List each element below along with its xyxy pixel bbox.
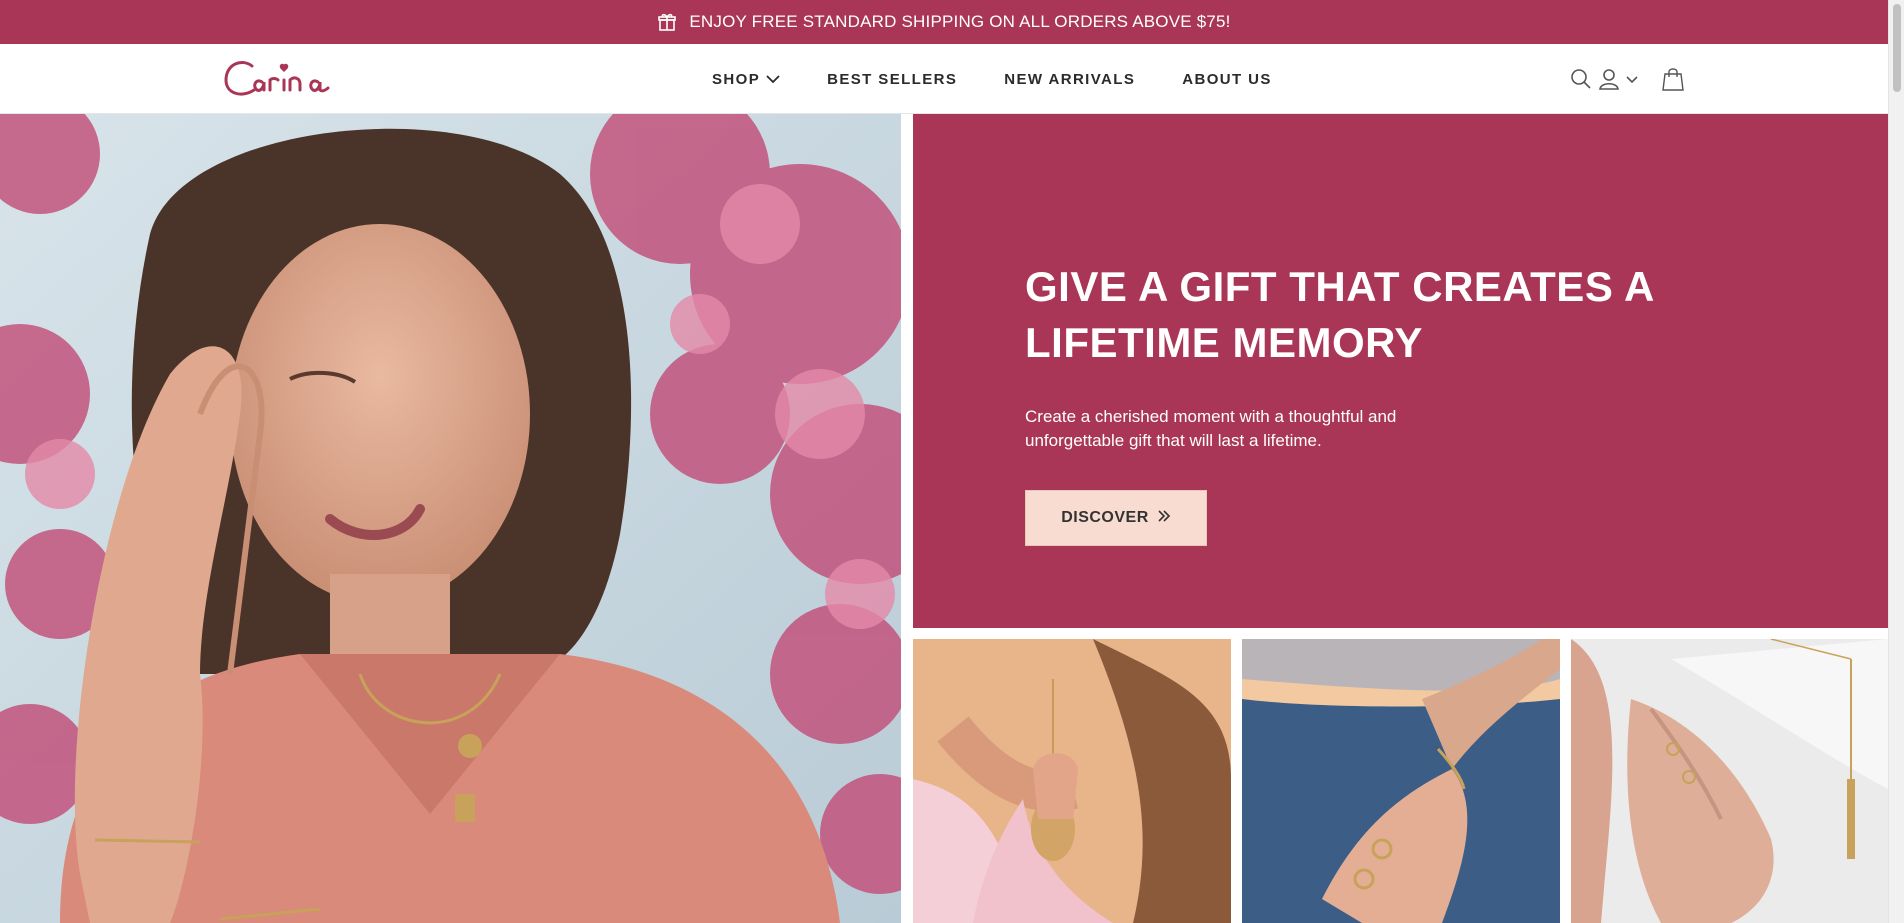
discover-button[interactable]: DISCOVER [1025,490,1207,546]
main-nav: SHOP BEST SELLERS NEW ARRIVALS ABOUT US [712,44,1272,114]
site-header: SHOP BEST SELLERS NEW ARRIVALS ABOUT US [0,44,1888,114]
promo-heading: GIVE A GIFT THAT CREATES A LIFETIME MEMO… [1025,263,1654,366]
nav-best-sellers-label: BEST SELLERS [827,70,958,88]
header-utilities [1570,64,1684,94]
vertical-scrollbar[interactable] [1888,0,1904,923]
promo-subtext: Create a cherished moment with a thought… [1025,407,1397,450]
tile-bracelet-and-rings[interactable] [1242,639,1560,923]
double-chevron-right-icon [1157,509,1171,528]
tile-rings-and-bar-necklace[interactable] [1571,639,1888,923]
hero-image [0,114,901,923]
tile-locket-necklace[interactable] [913,639,1231,923]
nav-about-us[interactable]: ABOUT US [1182,71,1272,88]
search-icon[interactable] [1570,68,1592,90]
account-chevron-down-icon[interactable] [1626,74,1638,84]
promo-banner: GIVE A GIFT THAT CREATES A LIFETIME MEMO… [913,114,1888,628]
announcement-bar: ENJOY FREE STANDARD SHIPPING ON ALL ORDE… [0,0,1888,44]
nav-new-arrivals-label: NEW ARRIVALS [1004,70,1136,88]
site-logo[interactable] [222,52,370,106]
nav-shop[interactable]: SHOP [712,71,780,88]
gift-icon [657,12,677,32]
nav-best-sellers[interactable]: BEST SELLERS [827,71,957,88]
account-icon[interactable] [1598,68,1620,90]
discover-button-label: DISCOVER [1061,509,1149,526]
scrollbar-thumb[interactable] [1893,4,1901,92]
nav-about-us-label: ABOUT US [1182,70,1272,88]
announcement-text: ENJOY FREE STANDARD SHIPPING ON ALL ORDE… [689,12,1231,31]
shopping-bag-icon[interactable] [1662,67,1684,91]
nav-shop-label: SHOP [712,70,761,88]
nav-new-arrivals[interactable]: NEW ARRIVALS [1004,71,1135,88]
chevron-down-icon [766,71,780,88]
